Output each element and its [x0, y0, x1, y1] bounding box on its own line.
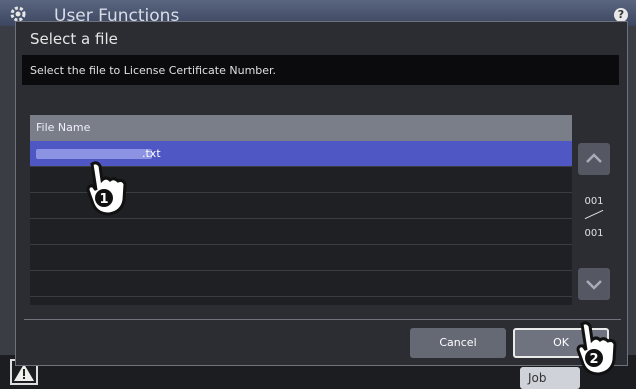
dialog-message: Select the file to License Certificate N…: [30, 64, 277, 77]
page-total: 001: [584, 228, 604, 239]
file-row[interactable]: [30, 271, 572, 297]
page-separator: [584, 209, 604, 220]
chevron-down-icon: [586, 280, 602, 290]
scroll-down-button[interactable]: [578, 268, 610, 300]
message-bar: Select the file to License Certificate N…: [22, 55, 619, 85]
hand-pointer-icon: 1: [86, 161, 127, 216]
dialog-title: Select a file: [30, 30, 118, 48]
scroll-up-button[interactable]: [578, 143, 610, 175]
divider: [24, 319, 621, 320]
file-name-redacted: [36, 149, 152, 159]
file-row[interactable]: [30, 245, 572, 271]
cancel-button[interactable]: Cancel: [410, 328, 506, 358]
callout-step-2: 2: [589, 352, 598, 367]
page-current: 001: [584, 196, 604, 207]
gear-icon: [10, 6, 26, 22]
file-row[interactable]: [30, 219, 572, 245]
help-button[interactable]: ?: [614, 8, 628, 22]
callout-step-1: 1: [99, 192, 108, 207]
chevron-up-icon: [586, 153, 602, 163]
file-name: .txt: [142, 147, 161, 160]
hand-pointer-icon: 2: [576, 321, 617, 376]
column-header-file-name: File Name: [30, 115, 572, 141]
